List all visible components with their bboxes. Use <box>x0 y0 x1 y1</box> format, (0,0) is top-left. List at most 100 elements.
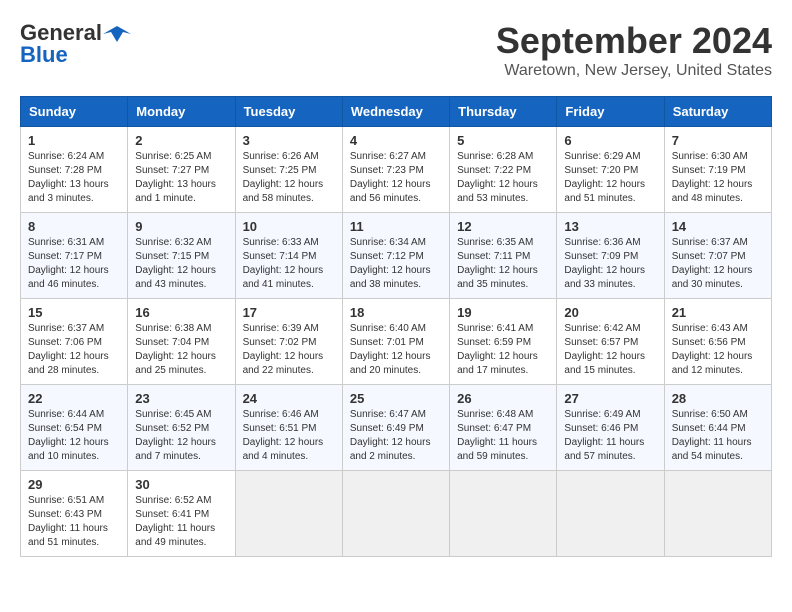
calendar-cell: 14 Sunrise: 6:37 AMSunset: 7:07 PMDayligh… <box>664 213 771 299</box>
weekday-header-thursday: Thursday <box>450 97 557 127</box>
calendar-cell: 29 Sunrise: 6:51 AMSunset: 6:43 PMDayligh… <box>21 471 128 557</box>
day-number: 28 <box>672 391 764 406</box>
day-info: Sunrise: 6:37 AMSunset: 7:06 PMDaylight:… <box>28 322 120 378</box>
day-number: 6 <box>564 133 656 148</box>
day-number: 13 <box>564 219 656 234</box>
day-info: Sunrise: 6:25 AMSunset: 7:27 PMDaylight:… <box>135 150 227 206</box>
day-info: Sunrise: 6:47 AMSunset: 6:49 PMDaylight:… <box>350 408 442 464</box>
calendar-cell: 19Sunrise: 6:41 AMSunset: 6:59 PMDayligh… <box>450 299 557 385</box>
day-info: Sunrise: 6:51 AMSunset: 6:43 PMDaylight:… <box>28 494 120 550</box>
day-number: 3 <box>243 133 335 148</box>
day-info: Sunrise: 6:27 AMSunset: 7:23 PMDaylight:… <box>350 150 442 206</box>
day-info: Sunrise: 6:29 AMSunset: 7:20 PMDaylight:… <box>564 150 656 206</box>
day-number: 4 <box>350 133 442 148</box>
day-number: 18 <box>350 305 442 320</box>
calendar-cell: 24 Sunrise: 6:46 AMSunset: 6:51 PMDayligh… <box>235 385 342 471</box>
day-info: Sunrise: 6:42 AMSunset: 6:57 PMDaylight:… <box>564 322 656 378</box>
day-number: 21 <box>672 305 764 320</box>
calendar-cell: 11 Sunrise: 6:34 AMSunset: 7:12 PMDayligh… <box>342 213 449 299</box>
calendar-cell: 8 Sunrise: 6:31 AMSunset: 7:17 PMDaylight… <box>21 213 128 299</box>
calendar-cell: 28Sunrise: 6:50 AMSunset: 6:44 PMDayligh… <box>664 385 771 471</box>
day-info: Sunrise: 6:38 AMSunset: 7:04 PMDaylight:… <box>135 322 227 378</box>
day-info: Sunrise: 6:36 AMSunset: 7:09 PMDaylight:… <box>564 236 656 292</box>
day-number: 17 <box>243 305 335 320</box>
calendar-cell: 3 Sunrise: 6:26 AMSunset: 7:25 PMDaylight… <box>235 127 342 213</box>
day-number: 9 <box>135 219 227 234</box>
day-info: Sunrise: 6:24 AMSunset: 7:28 PMDaylight:… <box>28 150 120 206</box>
day-number: 20 <box>564 305 656 320</box>
calendar-week-row: 22 Sunrise: 6:44 AMSunset: 6:54 PMDayligh… <box>21 385 772 471</box>
day-info: Sunrise: 6:26 AMSunset: 7:25 PMDaylight:… <box>243 150 335 206</box>
day-number: 11 <box>350 219 442 234</box>
day-number: 24 <box>243 391 335 406</box>
day-info: Sunrise: 6:33 AMSunset: 7:14 PMDaylight:… <box>243 236 335 292</box>
day-info: Sunrise: 6:30 AMSunset: 7:19 PMDaylight:… <box>672 150 764 206</box>
day-number: 8 <box>28 219 120 234</box>
logo-bird-icon <box>103 24 131 44</box>
weekday-header-tuesday: Tuesday <box>235 97 342 127</box>
calendar-cell: 5Sunrise: 6:28 AMSunset: 7:22 PMDaylight… <box>450 127 557 213</box>
day-info: Sunrise: 6:46 AMSunset: 6:51 PMDaylight:… <box>243 408 335 464</box>
calendar-cell: 15Sunrise: 6:37 AMSunset: 7:06 PMDayligh… <box>21 299 128 385</box>
title-section: September 2024 Waretown, New Jersey, Uni… <box>496 20 772 80</box>
day-number: 12 <box>457 219 549 234</box>
weekday-header-monday: Monday <box>128 97 235 127</box>
day-number: 10 <box>243 219 335 234</box>
day-info: Sunrise: 6:49 AMSunset: 6:46 PMDaylight:… <box>564 408 656 464</box>
calendar-cell: 6 Sunrise: 6:29 AMSunset: 7:20 PMDaylight… <box>557 127 664 213</box>
location: Waretown, New Jersey, United States <box>496 62 772 80</box>
day-info: Sunrise: 6:35 AMSunset: 7:11 PMDaylight:… <box>457 236 549 292</box>
calendar-cell: 21 Sunrise: 6:43 AMSunset: 6:56 PMDayligh… <box>664 299 771 385</box>
weekday-header-sunday: Sunday <box>21 97 128 127</box>
header: General Blue September 2024 Waretown, Ne… <box>20 20 772 80</box>
calendar-cell: 25Sunrise: 6:47 AMSunset: 6:49 PMDayligh… <box>342 385 449 471</box>
day-info: Sunrise: 6:43 AMSunset: 6:56 PMDaylight:… <box>672 322 764 378</box>
calendar-cell <box>342 471 449 557</box>
weekday-header-row: SundayMondayTuesdayWednesdayThursdayFrid… <box>21 97 772 127</box>
day-info: Sunrise: 6:44 AMSunset: 6:54 PMDaylight:… <box>28 408 120 464</box>
day-info: Sunrise: 6:48 AMSunset: 6:47 PMDaylight:… <box>457 408 549 464</box>
calendar-cell: 16Sunrise: 6:38 AMSunset: 7:04 PMDayligh… <box>128 299 235 385</box>
day-number: 5 <box>457 133 549 148</box>
day-number: 14 <box>672 219 764 234</box>
day-number: 22 <box>28 391 120 406</box>
calendar-table: SundayMondayTuesdayWednesdayThursdayFrid… <box>20 96 772 557</box>
day-info: Sunrise: 6:31 AMSunset: 7:17 PMDaylight:… <box>28 236 120 292</box>
weekday-header-saturday: Saturday <box>664 97 771 127</box>
day-info: Sunrise: 6:45 AMSunset: 6:52 PMDaylight:… <box>135 408 227 464</box>
calendar-cell: 27 Sunrise: 6:49 AMSunset: 6:46 PMDayligh… <box>557 385 664 471</box>
calendar-week-row: 29 Sunrise: 6:51 AMSunset: 6:43 PMDayligh… <box>21 471 772 557</box>
day-number: 30 <box>135 477 227 492</box>
weekday-header-wednesday: Wednesday <box>342 97 449 127</box>
calendar-cell: 9 Sunrise: 6:32 AMSunset: 7:15 PMDaylight… <box>128 213 235 299</box>
day-info: Sunrise: 6:34 AMSunset: 7:12 PMDaylight:… <box>350 236 442 292</box>
day-number: 19 <box>457 305 549 320</box>
calendar-cell: 10 Sunrise: 6:33 AMSunset: 7:14 PMDayligh… <box>235 213 342 299</box>
calendar-week-row: 1Sunrise: 6:24 AMSunset: 7:28 PMDaylight… <box>21 127 772 213</box>
calendar-cell: 12 Sunrise: 6:35 AMSunset: 7:11 PMDayligh… <box>450 213 557 299</box>
calendar-cell: 18 Sunrise: 6:40 AMSunset: 7:01 PMDayligh… <box>342 299 449 385</box>
calendar-week-row: 8 Sunrise: 6:31 AMSunset: 7:17 PMDaylight… <box>21 213 772 299</box>
calendar-cell: 26Sunrise: 6:48 AMSunset: 6:47 PMDayligh… <box>450 385 557 471</box>
calendar-cell: 30Sunrise: 6:52 AMSunset: 6:41 PMDayligh… <box>128 471 235 557</box>
month-year: September 2024 <box>496 20 772 62</box>
calendar-cell: 7Sunrise: 6:30 AMSunset: 7:19 PMDaylight… <box>664 127 771 213</box>
day-number: 2 <box>135 133 227 148</box>
day-info: Sunrise: 6:32 AMSunset: 7:15 PMDaylight:… <box>135 236 227 292</box>
calendar-cell: 22 Sunrise: 6:44 AMSunset: 6:54 PMDayligh… <box>21 385 128 471</box>
day-info: Sunrise: 6:37 AMSunset: 7:07 PMDaylight:… <box>672 236 764 292</box>
calendar-cell <box>664 471 771 557</box>
day-info: Sunrise: 6:40 AMSunset: 7:01 PMDaylight:… <box>350 322 442 378</box>
calendar-cell <box>450 471 557 557</box>
calendar-cell: 23Sunrise: 6:45 AMSunset: 6:52 PMDayligh… <box>128 385 235 471</box>
calendar-cell: 1Sunrise: 6:24 AMSunset: 7:28 PMDaylight… <box>21 127 128 213</box>
calendar-cell <box>557 471 664 557</box>
calendar-cell: 13 Sunrise: 6:36 AMSunset: 7:09 PMDayligh… <box>557 213 664 299</box>
day-number: 27 <box>564 391 656 406</box>
day-number: 29 <box>28 477 120 492</box>
day-info: Sunrise: 6:39 AMSunset: 7:02 PMDaylight:… <box>243 322 335 378</box>
calendar-cell: 2 Sunrise: 6:25 AMSunset: 7:27 PMDaylight… <box>128 127 235 213</box>
logo-blue-text: Blue <box>20 42 68 68</box>
weekday-header-friday: Friday <box>557 97 664 127</box>
calendar-cell <box>235 471 342 557</box>
